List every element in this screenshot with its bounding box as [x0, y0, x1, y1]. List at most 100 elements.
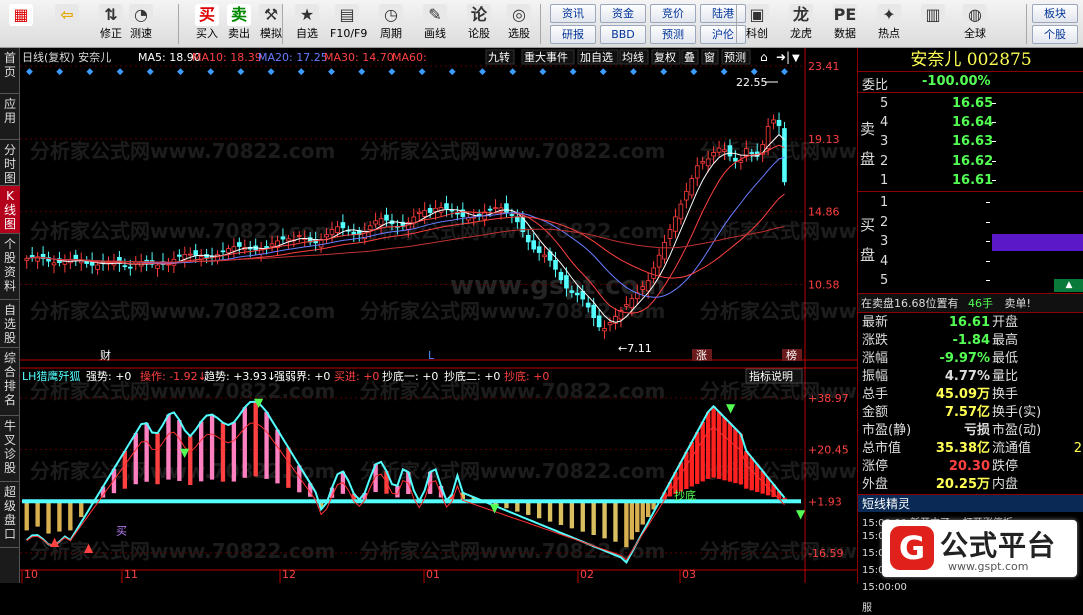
toolbar-star-button[interactable]: ★ 自选: [290, 2, 324, 46]
indicator-help-button[interactable]: 指标说明: [749, 369, 793, 383]
chart-header-button-7[interactable]: 预测: [724, 51, 746, 64]
indicator-bar: [705, 411, 711, 479]
toolbar-pill-6[interactable]: 预测: [650, 25, 696, 44]
toolbar-pill-2[interactable]: 竞价: [650, 4, 696, 23]
toolbar-label: 测速: [130, 27, 152, 40]
event-diamond-icon[interactable]: ◆: [207, 67, 214, 77]
side-tab-1[interactable]: 应用: [0, 94, 20, 140]
toolbar-label: 选股: [508, 27, 530, 40]
side-tab-4[interactable]: 个股资料: [0, 234, 20, 300]
toolbar-dragon-button[interactable]: 龙龙虎: [784, 2, 818, 46]
sell-level-row[interactable]: 4 16.64: [858, 113, 1083, 132]
kline-chart-svg[interactable]: 分析家公式网www.70822.com 分析家公式网www.70822.com 分析…: [20, 48, 1005, 583]
toolbar-pencil-button[interactable]: ✎ 画线: [418, 2, 452, 46]
toolbar-separator: [1026, 4, 1027, 44]
event-diamond-icon[interactable]: ◆: [449, 67, 456, 77]
event-diamond-icon[interactable]: ◆: [147, 67, 154, 77]
event-diamond-icon[interactable]: ◆: [298, 67, 305, 77]
event-diamond-icon[interactable]: ◆: [56, 67, 63, 77]
toolbar-sell-button[interactable]: 卖卖出: [222, 2, 256, 46]
chart-area[interactable]: 分析家公式网www.70822.com 分析家公式网www.70822.com 分析…: [20, 48, 1005, 583]
event-marker-0[interactable]: 财: [100, 348, 111, 362]
event-diamond-icon[interactable]: ◆: [388, 67, 395, 77]
event-diamond-icon[interactable]: ◆: [630, 67, 637, 77]
event-diamond-icon[interactable]: ◆: [721, 67, 728, 77]
event-diamond-icon[interactable]: ◆: [86, 67, 93, 77]
chart-next-icon[interactable]: ➜|: [776, 50, 790, 64]
side-tab-3[interactable]: K线图: [0, 186, 20, 234]
toolbar-data-button[interactable]: PE 数据: [828, 2, 862, 46]
chart-lock-icon[interactable]: ⌂: [760, 50, 768, 64]
low-price-label: ←7.11: [618, 342, 652, 355]
toolbar-clock-button[interactable]: ◷ 周期: [374, 2, 408, 46]
elf-row[interactable]: 15:00:00: [862, 582, 1082, 598]
toolbar-pill-7[interactable]: 沪伦: [700, 25, 746, 44]
event-diamond-icon[interactable]: ◆: [177, 67, 184, 77]
elf-title[interactable]: 短线精灵: [858, 494, 1083, 512]
buy-level-row[interactable]: 1: [858, 193, 1083, 212]
toolbar-globe-button[interactable]: ◍ 全球: [958, 2, 992, 46]
sell-level-row[interactable]: 2 16.62: [858, 152, 1083, 171]
toolbar-pill-3[interactable]: 陆港: [700, 4, 746, 23]
event-diamond-icon[interactable]: ◆: [690, 67, 697, 77]
toolbar-pill-9[interactable]: 个股: [1032, 25, 1078, 44]
toolbar-f10-button[interactable]: ▤ F10/F9: [330, 2, 367, 46]
toolbar-hot-button[interactable]: ✦ 热点: [872, 2, 906, 46]
chart-dropdown-icon[interactable]: ▼: [792, 53, 800, 64]
event-diamond-icon[interactable]: ◆: [600, 67, 607, 77]
sell-level-row[interactable]: 1 16.61: [858, 171, 1083, 190]
toolbar-pill-5[interactable]: BBD: [600, 25, 646, 44]
event-diamond-icon[interactable]: ◆: [268, 67, 275, 77]
side-tab-7[interactable]: 牛叉诊股: [0, 416, 20, 482]
toolbar-pill-0[interactable]: 资讯: [550, 4, 596, 23]
toolbar-select-stock-button[interactable]: ◎ 选股: [502, 2, 536, 46]
chart-header-button-2[interactable]: 加自选: [580, 51, 613, 64]
event-diamond-icon[interactable]: ◆: [781, 67, 788, 77]
side-tab-5[interactable]: 自选股: [0, 300, 20, 348]
event-diamond-icon[interactable]: ◆: [358, 67, 365, 77]
elf-row[interactable]: 服: [862, 599, 1082, 615]
buy-level-row[interactable]: 2: [858, 213, 1083, 232]
event-diamond-icon[interactable]: ◆: [539, 67, 546, 77]
sell-level-row[interactable]: 3 16.63: [858, 132, 1083, 151]
toolbar-label: 买入: [196, 27, 218, 40]
buy-level-row[interactable]: 5: [858, 271, 1083, 290]
event-marker-3[interactable]: 榜: [786, 348, 797, 362]
chart-header-button-5[interactable]: 叠: [684, 51, 695, 64]
sell-level-row[interactable]: 5 16.65: [858, 94, 1083, 113]
event-diamond-icon[interactable]: ◆: [570, 67, 577, 77]
event-diamond-icon[interactable]: ◆: [328, 67, 335, 77]
toolbar-pill-4[interactable]: 研报: [550, 25, 596, 44]
side-tab-8[interactable]: 超级盘口: [0, 482, 20, 548]
event-diamond-icon[interactable]: ◆: [117, 67, 124, 77]
chart-header-button-3[interactable]: 均线: [622, 50, 644, 64]
event-diamond-icon[interactable]: ◆: [479, 67, 486, 77]
toolbar-speedometer-button[interactable]: ◔ 测速: [124, 2, 158, 46]
toolbar-discuss-button[interactable]: 论论股: [462, 2, 496, 46]
toolbar-window-button[interactable]: ▥: [916, 2, 950, 46]
chart-header-button-6[interactable]: 窗: [704, 50, 715, 64]
event-diamond-icon[interactable]: ◆: [660, 67, 667, 77]
toolbar-back-arrow-button[interactable]: ⇦: [50, 2, 84, 46]
event-marker-2[interactable]: 涨: [696, 349, 707, 362]
buy-level-index: 5: [880, 273, 889, 289]
toolbar-pill-8[interactable]: 板块: [1032, 4, 1078, 23]
candle-body: [525, 235, 531, 243]
chart-header-button-0[interactable]: 九转: [488, 50, 510, 64]
toolbar-pill-1[interactable]: 资金: [600, 4, 646, 23]
data-icon: PE: [833, 4, 857, 26]
toolbar-up-down-arrow-button[interactable]: ⇅ 修正: [94, 2, 128, 46]
side-tab-2[interactable]: 分时图: [0, 140, 20, 186]
chart-header-button-1[interactable]: 重大事件: [524, 50, 568, 64]
toolbar-buy-button[interactable]: 买买入: [190, 2, 224, 46]
toolbar-grid-button[interactable]: ▦: [4, 2, 38, 46]
event-diamond-icon[interactable]: ◆: [509, 67, 516, 77]
buy-level-row[interactable]: 4: [858, 252, 1083, 271]
event-diamond-icon[interactable]: ◆: [237, 67, 244, 77]
event-diamond-icon[interactable]: ◆: [26, 67, 33, 77]
event-marker-1[interactable]: L: [428, 349, 435, 362]
side-tab-0[interactable]: 首页: [0, 48, 20, 94]
side-tab-6[interactable]: 综合排名: [0, 348, 20, 416]
event-diamond-icon[interactable]: ◆: [419, 67, 426, 77]
chart-header-button-4[interactable]: 复权: [654, 50, 676, 64]
